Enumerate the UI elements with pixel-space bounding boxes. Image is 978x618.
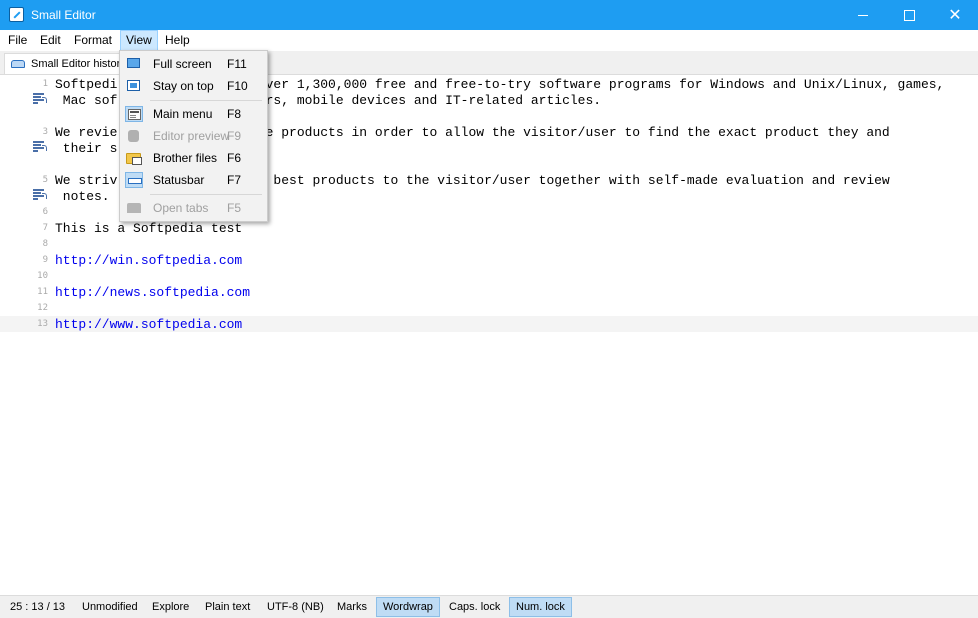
tab-label: Small Editor history	[31, 58, 126, 70]
menu-item-full-screen[interactable]: Full screen F11	[121, 53, 266, 75]
status-modified[interactable]: Unmodified	[76, 597, 144, 617]
line-number: 12	[37, 303, 48, 313]
menu-item-editor-preview[interactable]: Editor preview F9	[121, 125, 266, 147]
menu-edit[interactable]: Edit	[35, 30, 66, 51]
view-menu-dropdown: Full screen F11 Stay on top F10 Main men…	[119, 50, 268, 222]
status-cursor-position[interactable]: 25 : 13 / 13	[4, 597, 71, 617]
line-number: 8	[42, 239, 48, 249]
status-caps-lock[interactable]: Caps. lock	[443, 597, 506, 617]
statusbar-icon	[125, 172, 143, 188]
menu-item-stay-on-top[interactable]: Stay on top F10	[121, 75, 266, 97]
status-marks[interactable]: Marks	[331, 597, 373, 617]
menu-item-open-tabs[interactable]: Open tabs F5	[121, 197, 266, 219]
line-number: 1	[42, 79, 48, 89]
history-icon	[11, 60, 25, 68]
line-number: 9	[42, 255, 48, 265]
status-bar: 25 : 13 / 13 Unmodified Explore Plain te…	[0, 595, 978, 618]
link-line[interactable]: http://www.softpedia.com	[55, 317, 242, 333]
menu-item-statusbar[interactable]: Statusbar F7	[121, 169, 266, 191]
menu-item-main-menu[interactable]: Main menu F8	[121, 103, 266, 125]
monitor-icon	[125, 56, 143, 72]
line-number: 7	[42, 223, 48, 233]
line-number: 3	[42, 127, 48, 137]
menu-separator	[150, 194, 262, 195]
link-line[interactable]: http://win.softpedia.com	[55, 253, 242, 269]
word-wrap-icon	[33, 92, 47, 104]
line-number: 10	[37, 271, 48, 281]
status-wordwrap[interactable]: Wordwrap	[376, 597, 440, 617]
minimize-button[interactable]	[840, 0, 886, 30]
link-line[interactable]: http://news.softpedia.com	[55, 285, 250, 301]
status-num-lock[interactable]: Num. lock	[509, 597, 572, 617]
line-number: 5	[42, 175, 48, 185]
window-title: Small Editor	[31, 8, 96, 22]
word-wrap-icon	[33, 140, 47, 152]
title-bar: Small Editor ✕	[0, 0, 978, 30]
text-line: their s	[55, 141, 118, 156]
menu-separator	[150, 100, 262, 101]
status-encoding[interactable]: UTF-8 (NB)	[261, 597, 330, 617]
text-line: notes.	[55, 189, 110, 204]
text-line: This is a Softpedia test	[55, 221, 243, 236]
close-button[interactable]: ✕	[932, 0, 978, 30]
window-top-icon	[125, 78, 143, 94]
menu-bar: File Edit Format View Help	[0, 30, 978, 51]
notepad-icon	[9, 7, 24, 22]
status-syntax[interactable]: Plain text	[199, 597, 256, 617]
menu-help[interactable]: Help	[160, 30, 195, 51]
word-wrap-icon	[33, 188, 47, 200]
minimize-icon	[858, 14, 868, 16]
menu-format[interactable]: Format	[69, 30, 117, 51]
maximize-button[interactable]	[886, 0, 932, 30]
tabs-icon	[125, 200, 143, 216]
line-number: 13	[37, 319, 48, 329]
status-explore[interactable]: Explore	[146, 597, 195, 617]
folder-icon	[125, 150, 143, 166]
close-icon: ✕	[948, 5, 962, 24]
line-number: 6	[42, 207, 48, 217]
maximize-icon	[903, 9, 915, 21]
menu-item-brother-files[interactable]: Brother files F6	[121, 147, 266, 169]
tab-small-editor-history[interactable]: Small Editor history	[4, 53, 133, 74]
preview-icon	[125, 128, 143, 144]
menu-bar-icon	[125, 106, 143, 122]
menu-view[interactable]: View	[120, 30, 158, 51]
line-number: 11	[37, 287, 48, 297]
menu-file[interactable]: File	[3, 30, 32, 51]
